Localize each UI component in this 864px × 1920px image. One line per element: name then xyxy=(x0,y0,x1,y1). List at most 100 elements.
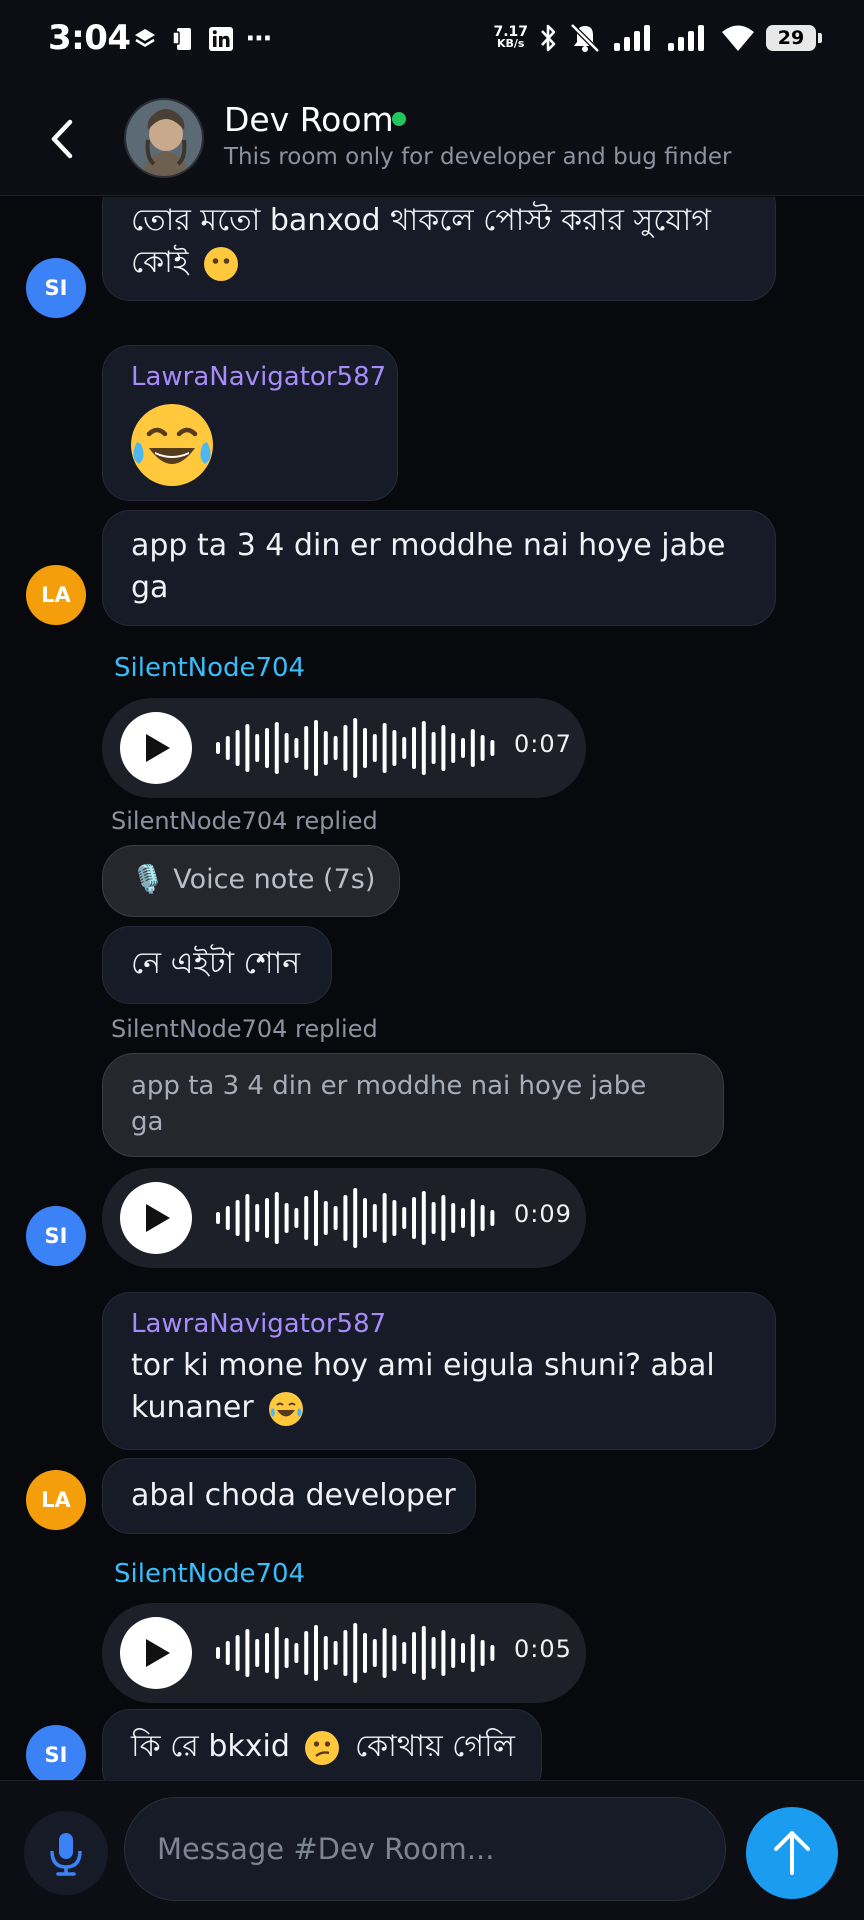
waveform-bar xyxy=(480,1640,485,1666)
waveform-bar xyxy=(441,725,446,771)
room-avatar-image xyxy=(126,100,202,176)
message-bubble[interactable]: কি রে bkxid কোথায় গেলি xyxy=(102,1709,542,1780)
microphone-icon xyxy=(50,1833,82,1876)
quoted-message[interactable]: 🎙️ Voice note (7s) xyxy=(102,845,400,917)
message-text: abal choda developer xyxy=(131,1478,456,1513)
play-icon xyxy=(146,1639,170,1667)
signal-icon-sim1 xyxy=(614,25,650,51)
waveform-bar xyxy=(372,1204,377,1232)
waveform-bar xyxy=(353,1623,358,1683)
quoted-text: 🎙️ Voice note (7s) xyxy=(131,864,376,895)
waveform-bar xyxy=(421,1626,426,1680)
message-bubble[interactable]: LawraNavigator587 xyxy=(102,345,398,501)
waveform-bar xyxy=(382,1628,387,1678)
message-bubble[interactable]: তোর মতো banxod থাকলে পোস্ট করার সুযোগ কো… xyxy=(102,197,776,301)
voice-message[interactable]: 0:07 xyxy=(102,698,586,798)
waveform-bar xyxy=(480,735,485,761)
waveform-bar xyxy=(461,738,465,758)
waveform-bar xyxy=(333,736,338,760)
waveform-bar xyxy=(294,738,299,758)
waveform-bar xyxy=(294,1643,299,1663)
sender-name[interactable]: LawraNavigator587 xyxy=(131,1309,386,1339)
avatar[interactable]: LA xyxy=(26,1470,86,1530)
waveform-bar xyxy=(431,732,436,764)
waveform-bar xyxy=(343,725,348,771)
battery-icon: 29 xyxy=(766,25,822,51)
waveform-bar xyxy=(314,1190,318,1246)
composer-bar xyxy=(0,1780,864,1920)
waveform-bar xyxy=(274,722,279,774)
room-avatar[interactable] xyxy=(124,98,204,178)
waveform-bar xyxy=(284,1638,289,1668)
voice-duration: 0:05 xyxy=(514,1635,572,1663)
sender-name[interactable]: LawraNavigator587 xyxy=(131,362,386,392)
quoted-message[interactable]: app ta 3 4 din er moddhe nai hoye jabe g… xyxy=(102,1053,724,1157)
voice-message[interactable]: 0:09 xyxy=(102,1168,586,1268)
face-with-tears-of-joy-emoji xyxy=(131,404,213,486)
signal-icon-sim2 xyxy=(668,25,704,51)
waveform-bar xyxy=(470,1634,475,1672)
play-button[interactable] xyxy=(120,1617,192,1689)
back-arrow-icon[interactable] xyxy=(40,114,86,164)
message-bubble[interactable]: LawraNavigator587 tor ki mone hoy ami ei… xyxy=(102,1292,776,1450)
waveform-bar xyxy=(265,728,269,768)
message-text-part: কোথায় গেলি xyxy=(354,1729,515,1764)
waveform-bar xyxy=(470,729,475,767)
play-button[interactable] xyxy=(120,1182,192,1254)
waveform-bar xyxy=(235,1200,240,1236)
waveform-bar xyxy=(363,1198,367,1238)
waveform-bar xyxy=(323,1201,328,1235)
waveform-bar xyxy=(451,1638,456,1668)
avatar[interactable]: LA xyxy=(26,565,86,625)
silent-bell-icon xyxy=(570,23,600,53)
waveform-bar xyxy=(255,1639,260,1667)
message-text-line2: কোই xyxy=(131,242,239,284)
waveform-bar xyxy=(225,1206,230,1230)
play-icon xyxy=(146,1204,170,1232)
waveform-bar xyxy=(304,1196,309,1240)
quoted-text-line2: ga xyxy=(131,1107,164,1137)
sender-name[interactable]: SilentNode704 xyxy=(114,1559,305,1589)
waveform-bar xyxy=(353,1188,358,1248)
waveform-bar xyxy=(245,1194,250,1242)
waveform-bar xyxy=(402,1642,407,1664)
avatar[interactable]: SI xyxy=(26,1206,86,1266)
sender-name[interactable]: SilentNode704 xyxy=(114,653,305,683)
waveform-bar xyxy=(402,1207,407,1229)
waveform-bar xyxy=(235,1635,240,1671)
waveform-bar xyxy=(304,1631,309,1675)
message-bubble[interactable]: abal choda developer xyxy=(102,1458,476,1534)
avatar[interactable]: SI xyxy=(26,1725,86,1780)
message-input[interactable] xyxy=(124,1797,726,1901)
mic-button[interactable] xyxy=(24,1811,108,1895)
avatar[interactable]: SI xyxy=(26,258,86,318)
net-speed-unit: KB/s xyxy=(496,37,525,50)
waveform-bar xyxy=(274,1192,279,1244)
play-button[interactable] xyxy=(120,712,192,784)
waveform-icon xyxy=(216,718,495,778)
online-status-dot xyxy=(392,112,406,126)
waveform-bar xyxy=(216,1212,220,1224)
message-text: কি রে bkxid কোথায় গেলি xyxy=(131,1726,515,1768)
replied-label: SilentNode704 replied xyxy=(111,1015,378,1043)
message-bubble[interactable]: app ta 3 4 din er moddhe nai hoye jabe g… xyxy=(102,510,776,626)
room-title[interactable]: Dev Room xyxy=(224,100,394,139)
message-list[interactable]: তোর মতো banxod থাকলে পোস্ট করার সুযোগ কো… xyxy=(0,197,864,1780)
waveform-bar xyxy=(323,1636,328,1670)
linkedin-icon xyxy=(209,27,233,51)
waveform-bar xyxy=(441,1630,446,1676)
message-bubble[interactable]: নে এইটা শোন xyxy=(102,926,332,1004)
waveform-bar xyxy=(392,1200,397,1236)
waveform-bar xyxy=(363,728,367,768)
waveform-bar xyxy=(363,1633,367,1673)
waveform-bar xyxy=(490,1645,495,1661)
waveform-bar xyxy=(470,1199,475,1237)
send-button[interactable] xyxy=(746,1807,838,1899)
message-text-part: kunaner xyxy=(131,1390,254,1425)
voice-message[interactable]: 0:05 xyxy=(102,1603,586,1703)
waveform-bar xyxy=(412,727,416,769)
face-without-mouth-emoji xyxy=(204,246,239,281)
waveform-bar xyxy=(412,1197,416,1239)
chat-header: Dev Room This room only for developer an… xyxy=(0,84,864,196)
message-text: তোর মতো banxod থাকলে পোস্ট করার সুযোগ xyxy=(131,203,711,238)
